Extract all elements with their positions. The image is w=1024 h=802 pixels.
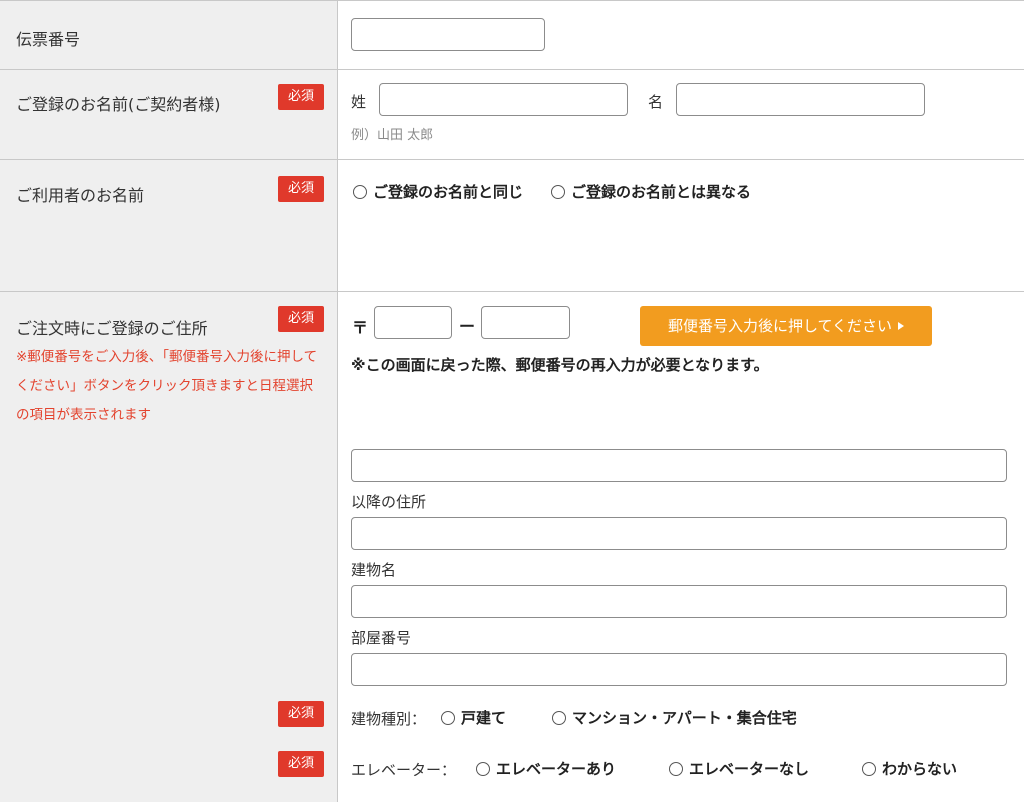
postal-warning: ※この画面に戻った際、郵便番号の再入力が必要となります。 bbox=[351, 356, 769, 374]
postal-code-second-input[interactable] bbox=[481, 306, 570, 339]
user-name-label: ご利用者のお名前 bbox=[16, 186, 145, 205]
radio-icon[interactable] bbox=[551, 184, 565, 199]
address-after-label: 以降の住所 bbox=[351, 493, 427, 511]
radio-icon[interactable] bbox=[441, 710, 455, 725]
last-name-input[interactable] bbox=[379, 83, 628, 116]
building-name-input[interactable] bbox=[351, 585, 1007, 618]
postal-lookup-label: 郵便番号入力後に押してください bbox=[667, 317, 893, 335]
postal-mark: 〒 bbox=[352, 318, 369, 337]
user-different-option[interactable]: ご登録のお名前とは異なる bbox=[551, 181, 751, 202]
user-different-label: ご登録のお名前とは異なる bbox=[571, 183, 752, 201]
room-number-label: 部屋番号 bbox=[351, 629, 412, 647]
row-divider bbox=[0, 291, 1024, 292]
postal-dash: ー bbox=[459, 317, 476, 336]
first-name-label: 名 bbox=[648, 93, 664, 111]
required-badge: 必須 bbox=[278, 701, 324, 727]
required-badge: 必須 bbox=[278, 176, 324, 202]
building-type-label: 建物種別： bbox=[351, 710, 427, 728]
elevator-unknown-label: わからない bbox=[882, 760, 958, 778]
last-name-label: 姓 bbox=[351, 93, 367, 111]
required-badge: 必須 bbox=[278, 751, 324, 777]
row-divider bbox=[0, 69, 1024, 70]
elevator-unknown-option[interactable]: わからない bbox=[862, 758, 957, 779]
building-type-house-label: 戸建て bbox=[461, 709, 507, 727]
name-example: 例）山田 太郎 bbox=[351, 128, 434, 143]
elevator-yes-label: エレベーターあり bbox=[496, 760, 617, 778]
room-number-input[interactable] bbox=[351, 653, 1007, 686]
elevator-no-option[interactable]: エレベーターなし bbox=[669, 758, 809, 779]
elevator-no-label: エレベーターなし bbox=[689, 760, 810, 778]
building-name-label: 建物名 bbox=[351, 561, 397, 579]
row-divider bbox=[0, 0, 1024, 1]
postal-instruction-note: ※郵便番号をご入力後、「郵便番号入力後に押してください」ボタンをクリック頂きます… bbox=[16, 349, 318, 423]
row-divider bbox=[0, 159, 1024, 160]
registrant-name-label: ご登録のお名前(ご契約者様) bbox=[16, 95, 221, 114]
address-input[interactable] bbox=[351, 449, 1007, 482]
address-after-input[interactable] bbox=[351, 517, 1007, 550]
building-type-apartment-label: マンション・アパート・集合住宅 bbox=[572, 709, 797, 727]
postal-lookup-button[interactable]: 郵便番号入力後に押してください bbox=[640, 306, 932, 346]
elevator-label: エレベーター： bbox=[351, 761, 457, 779]
address-label: ご注文時にご登録のご住所 bbox=[16, 319, 208, 338]
building-type-house-option[interactable]: 戸建て bbox=[441, 707, 506, 728]
user-same-label: ご登録のお名前と同じ bbox=[373, 183, 524, 201]
radio-icon[interactable] bbox=[353, 184, 367, 199]
building-type-apartment-option[interactable]: マンション・アパート・集合住宅 bbox=[552, 707, 797, 728]
column-divider bbox=[337, 0, 338, 802]
radio-icon[interactable] bbox=[669, 761, 683, 776]
elevator-yes-option[interactable]: エレベーターあり bbox=[476, 758, 616, 779]
slip-number-input[interactable] bbox=[351, 18, 545, 51]
required-badge: 必須 bbox=[278, 306, 324, 332]
radio-icon[interactable] bbox=[476, 761, 490, 776]
slip-number-label: 伝票番号 bbox=[16, 30, 81, 49]
required-badge: 必須 bbox=[278, 84, 324, 110]
arrow-right-icon bbox=[898, 322, 905, 330]
radio-icon[interactable] bbox=[862, 761, 876, 776]
first-name-input[interactable] bbox=[676, 83, 925, 116]
user-same-option[interactable]: ご登録のお名前と同じ bbox=[353, 181, 523, 202]
radio-icon[interactable] bbox=[552, 710, 566, 725]
postal-code-first-input[interactable] bbox=[374, 306, 452, 339]
